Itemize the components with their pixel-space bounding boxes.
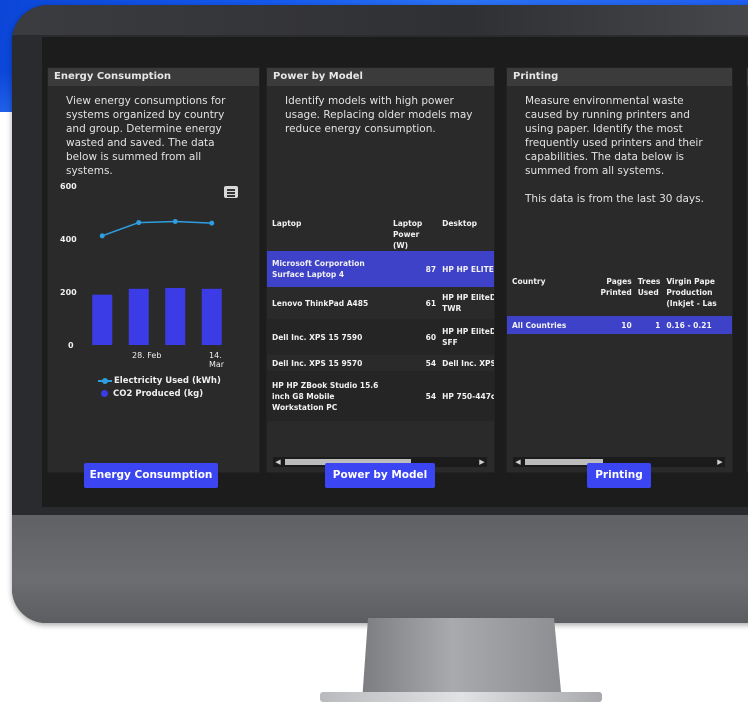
cell-power: 54: [425, 358, 437, 368]
cell-laptop: Microsoft Corporation Surface Laptop 4: [272, 259, 365, 279]
monitor-stand: [362, 618, 562, 702]
cell-power: 54: [425, 391, 437, 401]
printing-panel-description: Measure environmental waste caused by ru…: [525, 95, 703, 177]
legend-co2[interactable]: CO2 Produced (kg): [98, 389, 203, 399]
cell-power: 60: [425, 332, 437, 342]
dot-legend-icon: [101, 390, 108, 397]
monitor-bezel: [12, 5, 748, 35]
cell-desktop: HP HP EliteD TWR: [442, 293, 494, 313]
printing-table-wrap: Country Pages Printed Trees Used Virgin …: [507, 276, 732, 334]
co2-bar[interactable]: [165, 288, 186, 345]
power-by-model-button[interactable]: Power by Model: [325, 463, 435, 488]
cell-laptop: Dell Inc. XPS 15 9570: [272, 358, 363, 368]
cell-pages: 10: [621, 320, 632, 330]
cell-power: 87: [425, 264, 437, 274]
y-tick-0: 0: [68, 341, 74, 350]
electricity-point[interactable]: [172, 219, 178, 225]
legend-electricity-label: Electricity Used (kWh): [114, 376, 221, 386]
printing-table: Country Pages Printed Trees Used Virgin …: [507, 276, 732, 334]
table-row[interactable]: All Countries 10 1 0.16 - 0.21: [507, 316, 732, 334]
power-panel-title: Power by Model: [267, 68, 494, 86]
col-country[interactable]: Country: [507, 276, 593, 316]
y-tick-600: 600: [60, 182, 77, 191]
cell-country: All Countries: [512, 320, 567, 330]
printing-panel-note: This data is from the last 30 days.: [525, 193, 704, 205]
scroll-right-icon[interactable]: ▶: [715, 457, 725, 467]
energy-panel-title: Energy Consumption: [48, 68, 259, 86]
cell-desktop: HP HP EliteD SFF: [442, 327, 494, 347]
cell-desktop: Dell Inc. XPS: [442, 358, 494, 368]
co2-bar[interactable]: [128, 288, 149, 345]
energy-chart: 600 400 200 0 28. Feb 14. Mar Electricit…: [48, 182, 238, 421]
electricity-point[interactable]: [99, 233, 105, 239]
cell-power: 61: [425, 298, 437, 308]
col-virgin-paper-label: Virgin Pape Production (Inkjet - Las: [666, 277, 717, 308]
col-laptop-power[interactable]: Laptop Power (W): [390, 218, 439, 251]
printing-panel: Printing Measure environmental waste cau…: [507, 68, 732, 472]
electricity-point[interactable]: [209, 220, 215, 226]
x-tick-label: 28. Feb: [132, 351, 162, 360]
screen: Energy Consumption View energy consumpti…: [42, 37, 748, 507]
power-table: Laptop Laptop Power (W) Desktop Microsof…: [267, 218, 494, 421]
monitor-stand-base: [320, 692, 602, 702]
table-row[interactable]: Lenovo ThinkPad A485 61 HP HP EliteD TWR: [267, 287, 494, 319]
legend-co2-label: CO2 Produced (kg): [113, 389, 204, 399]
col-laptop[interactable]: Laptop: [267, 218, 390, 251]
power-panel-description: Identify models with high power usage. R…: [285, 95, 473, 135]
power-panel: Power by Model Identify models with high…: [267, 68, 494, 472]
line-legend-icon: [98, 377, 112, 384]
x-tick-label: 14. Mar: [209, 351, 225, 369]
y-tick-200: 200: [60, 288, 77, 297]
scroll-right-icon[interactable]: ▶: [477, 457, 487, 467]
electricity-point[interactable]: [136, 220, 142, 226]
power-table-wrap: Laptop Laptop Power (W) Desktop Microsof…: [267, 218, 494, 421]
table-row[interactable]: Microsoft Corporation Surface Laptop 4 8…: [267, 251, 494, 287]
cell-desktop: HP HP ELITE: [442, 264, 494, 274]
table-row[interactable]: Dell Inc. XPS 15 9570 54 Dell Inc. XPS: [267, 355, 494, 371]
cell-laptop: Dell Inc. XPS 15 7590: [272, 332, 363, 342]
cell-trees: 1: [655, 320, 661, 330]
scroll-left-icon[interactable]: ◀: [513, 457, 523, 467]
energy-panel: Energy Consumption View energy consumpti…: [48, 68, 259, 472]
co2-bar[interactable]: [201, 288, 222, 345]
printing-panel-title: Printing: [507, 68, 732, 86]
monitor-chin: [12, 515, 748, 623]
printing-button[interactable]: Printing: [587, 463, 651, 488]
y-tick-400: 400: [60, 235, 77, 244]
col-virgin-paper[interactable]: Virgin Pape Production (Inkjet - Las: [663, 276, 732, 316]
cell-laptop: Lenovo ThinkPad A485: [272, 298, 369, 308]
table-row[interactable]: HP HP ZBook Studio 15.6 inch G8 Mobile W…: [267, 371, 494, 421]
cell-desktop: HP 750-447c: [442, 391, 494, 401]
cell-virgin: 0.16 - 0.21: [666, 320, 712, 330]
energy-consumption-button[interactable]: Energy Consumption: [84, 463, 218, 488]
table-row[interactable]: Dell Inc. XPS 15 7590 60 HP HP EliteD SF…: [267, 319, 494, 355]
cell-laptop: HP HP ZBook Studio 15.6 inch G8 Mobile W…: [272, 380, 379, 412]
col-trees-used[interactable]: Trees Used: [635, 276, 664, 316]
co2-bar[interactable]: [92, 294, 113, 345]
scroll-left-icon[interactable]: ◀: [273, 457, 283, 467]
monitor-frame: Energy Consumption View energy consumpti…: [12, 5, 748, 623]
col-desktop[interactable]: Desktop: [439, 218, 494, 251]
col-pages-printed[interactable]: Pages Printed: [593, 276, 634, 316]
legend-electricity[interactable]: Electricity Used (kWh): [98, 376, 221, 386]
electricity-line: [101, 220, 212, 237]
energy-panel-description: View energy consumptions for systems org…: [66, 95, 226, 177]
